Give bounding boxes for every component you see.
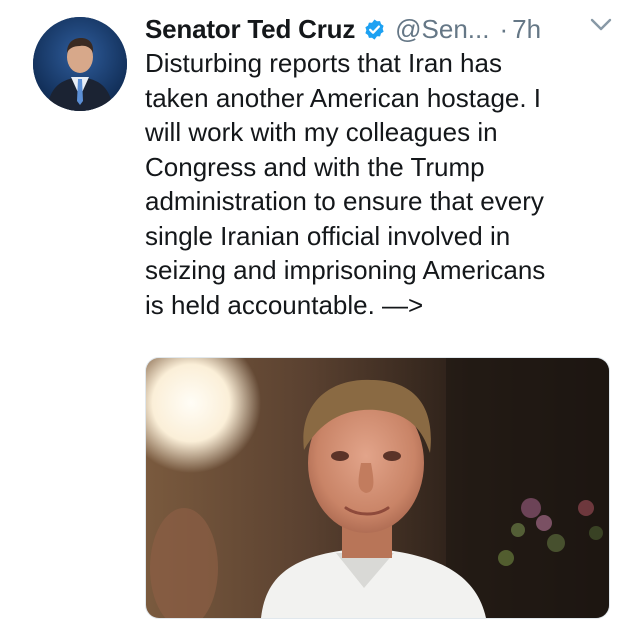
tweet-text-line: single Iranian official involved in (145, 220, 511, 251)
tweet-header: Senator Ted Cruz @Sen... · 7h (145, 8, 625, 50)
profile-avatar[interactable] (33, 17, 127, 111)
separator: · (499, 13, 509, 44)
user-handle[interactable]: @Sen... (395, 14, 489, 45)
tweet-text-line: Congress and with the Trump (145, 151, 485, 182)
verified-badge-icon (365, 18, 384, 40)
chevron-down-icon[interactable] (590, 18, 612, 32)
tweet-text-line: taken another American hostage. I (145, 82, 542, 113)
tweet-text: Disturbing reports that Iran has taken a… (145, 46, 615, 322)
tweet-text-line: Disturbing reports that Iran has (145, 48, 502, 78)
tweet-text-line: administration to ensure that every (145, 186, 544, 216)
timestamp[interactable]: 7h (512, 14, 541, 45)
tweet-photo[interactable] (145, 357, 610, 619)
tweet-text-line: seizing and imprisoning Americans (145, 255, 546, 285)
tweet-text-line: will work with my colleagues in (145, 117, 498, 147)
tweet: Senator Ted Cruz @Sen... · 7h Disturbing… (0, 0, 640, 619)
tweet-text-line: is held accountable. —> (145, 289, 424, 320)
display-name[interactable]: Senator Ted Cruz (145, 14, 355, 45)
